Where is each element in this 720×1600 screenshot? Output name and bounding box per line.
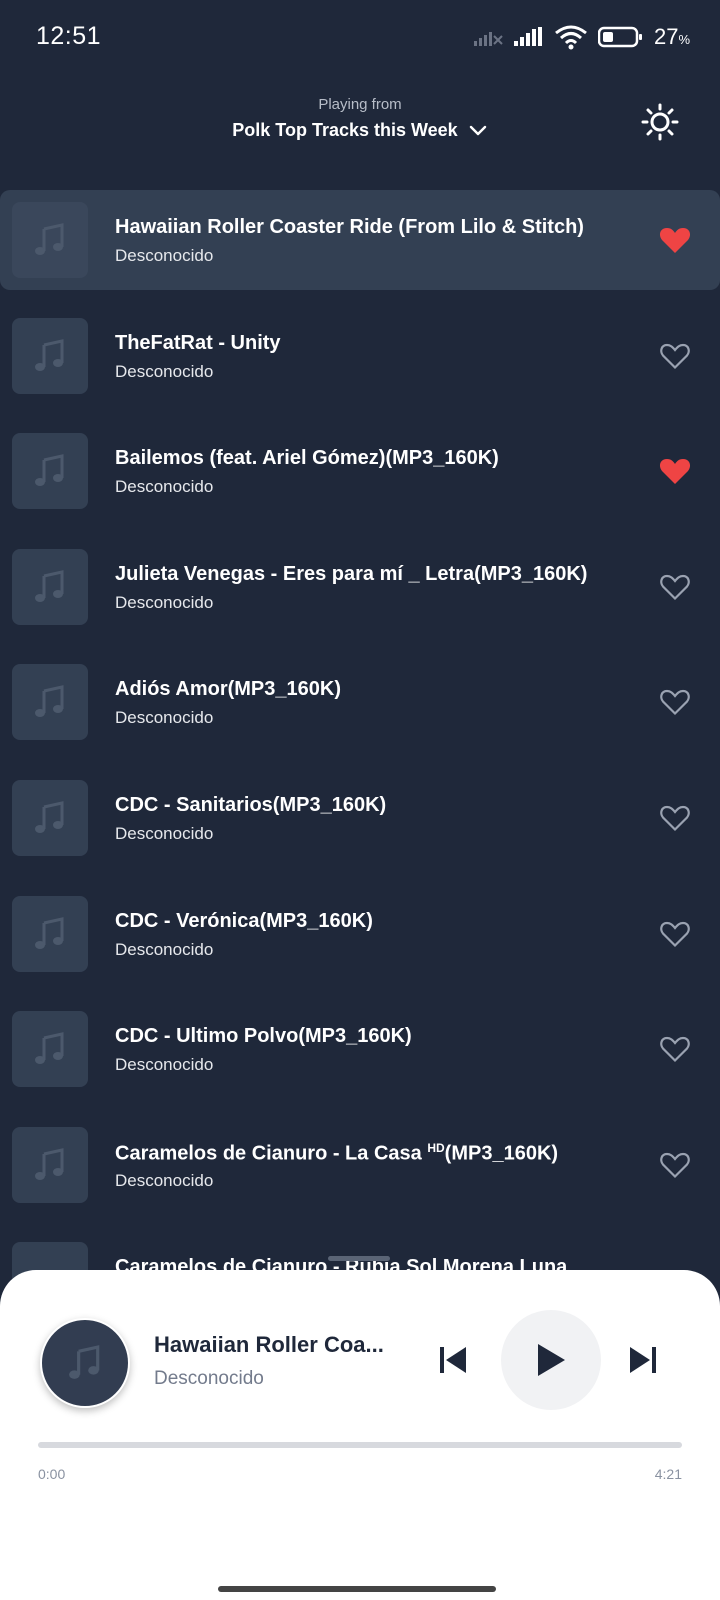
battery-percent: 27% (653, 24, 690, 49)
signal-icon (513, 27, 542, 46)
music-note-icon (35, 569, 64, 602)
theme-toggle-button[interactable] (640, 102, 680, 142)
track-artist: Desconocido (115, 361, 214, 381)
like-button[interactable] (658, 454, 692, 488)
track-row[interactable]: Hawaiian Roller Coaster Ride (From Lilo … (0, 190, 720, 290)
track-artwork (12, 548, 88, 625)
track-artist: Desconocido (115, 592, 214, 612)
heart-icon (660, 1152, 690, 1178)
heart-icon (660, 574, 690, 600)
sun-icon (641, 103, 679, 141)
track-artwork (12, 895, 88, 972)
heart-icon (660, 805, 690, 832)
music-note-icon (69, 1345, 100, 1379)
heart-icon (660, 1037, 690, 1063)
like-button[interactable] (658, 685, 692, 719)
status-icons: 27% (473, 22, 690, 52)
track-row[interactable]: CDC - Ultimo Polvo(MP3_160K) Desconocido (0, 999, 720, 1099)
playlist-name: Polk Top Tracks this Week (232, 120, 458, 140)
track-title: Hawaiian Roller Coaster Ride (From Lilo … (115, 216, 584, 238)
total-time: 4:21 (654, 1466, 682, 1482)
drag-handle[interactable] (328, 1256, 390, 1261)
track-artwork (12, 1011, 88, 1088)
like-button[interactable] (658, 917, 692, 951)
track-artist: Desconocido (115, 708, 214, 728)
track-title: CDC - Sanitarios(MP3_160K) (115, 793, 387, 816)
track-title: Adiós Amor(MP3_160K) (115, 678, 341, 701)
track-title: TheFatRat - Unity (115, 331, 281, 354)
track-artist: Desconocido (115, 477, 214, 497)
music-note-icon (35, 223, 64, 255)
track-title: Julieta Venegas - Eres para mí _ Letra(M… (115, 562, 588, 585)
track-title: Caramelos de Cianuro - La Casa HD(MP3_16… (115, 1140, 559, 1165)
heart-icon (659, 228, 691, 253)
music-note-icon (35, 1147, 64, 1180)
elapsed-time: 0:00 (38, 1466, 66, 1482)
track-artist: Desconocido (115, 823, 214, 843)
chevron-down-icon (469, 125, 486, 135)
player-track-title: Hawaiian Roller Coa... (154, 1332, 384, 1357)
track-row[interactable]: CDC - Verónica(MP3_160K) Desconocido (0, 884, 720, 984)
track-row[interactable]: Caramelos de Cianuro - La Casa HD(MP3_16… (0, 1115, 720, 1215)
heart-icon (660, 343, 690, 369)
music-note-icon (35, 801, 64, 833)
track-artist: Desconocido (115, 246, 214, 265)
status-bar: 12:51 27% (0, 0, 720, 72)
now-playing-header: Playing from Polk Top Tracks this Week (0, 90, 720, 160)
battery-icon (597, 26, 642, 48)
like-button[interactable] (658, 801, 692, 835)
progress-slider[interactable] (38, 1442, 682, 1448)
music-note-icon (35, 916, 64, 949)
track-artwork (12, 1126, 88, 1203)
previous-button[interactable] (436, 1340, 470, 1380)
like-button[interactable] (658, 223, 692, 257)
track-row[interactable]: Bailemos (feat. Ariel Gómez)(MP3_160K) D… (0, 421, 720, 521)
home-indicator[interactable] (218, 1586, 496, 1592)
like-button[interactable] (658, 570, 692, 604)
track-artist: Desconocido (115, 939, 214, 959)
hd-superscript: HD (427, 1140, 445, 1155)
player-artwork (40, 1318, 130, 1408)
music-note-icon (35, 685, 64, 718)
player-track-artist: Desconocido (154, 1368, 264, 1389)
mini-player[interactable]: Hawaiian Roller Coa... Desconocido 0:00 … (0, 1256, 720, 1600)
status-time: 12:51 (36, 22, 102, 50)
heart-icon (659, 459, 691, 485)
track-title: CDC - Verónica(MP3_160K) (115, 909, 373, 932)
track-title: CDC - Ultimo Polvo(MP3_160K) (115, 1025, 412, 1048)
heart-icon (660, 921, 690, 947)
track-artist: Desconocido (115, 1170, 214, 1190)
wifi-icon (555, 25, 587, 50)
playing-from-caption: Playing from (318, 96, 402, 113)
next-button[interactable] (626, 1340, 660, 1380)
track-artwork (12, 779, 88, 856)
like-button[interactable] (658, 339, 692, 373)
track-row[interactable]: TheFatRat - Unity Desconocido (0, 306, 720, 406)
music-note-icon (35, 338, 64, 371)
track-artist: Desconocido (115, 1055, 214, 1075)
track-row[interactable]: Adiós Amor(MP3_160K) Desconocido (0, 652, 720, 752)
track-list: Hawaiian Roller Coaster Ride (From Lilo … (0, 190, 720, 1346)
play-icon (538, 1344, 565, 1376)
track-artwork (12, 202, 88, 278)
skip-previous-icon (440, 1347, 466, 1373)
play-button[interactable] (501, 1310, 601, 1410)
track-row[interactable]: CDC - Sanitarios(MP3_160K) Desconocido (0, 768, 720, 868)
heart-icon (660, 690, 690, 716)
track-artwork (12, 433, 88, 510)
signal-off-icon (473, 32, 503, 46)
music-note-icon (35, 1032, 64, 1065)
track-artwork (12, 664, 88, 741)
track-title: Bailemos (feat. Ariel Gómez)(MP3_160K) (115, 447, 499, 470)
like-button[interactable] (658, 1148, 692, 1182)
playlist-selector[interactable]: Polk Top Tracks this Week (0, 120, 720, 141)
track-artwork (12, 317, 88, 394)
skip-next-icon (630, 1347, 656, 1373)
track-row[interactable]: Julieta Venegas - Eres para mí _ Letra(M… (0, 537, 720, 637)
like-button[interactable] (658, 1032, 692, 1066)
music-note-icon (35, 454, 64, 487)
